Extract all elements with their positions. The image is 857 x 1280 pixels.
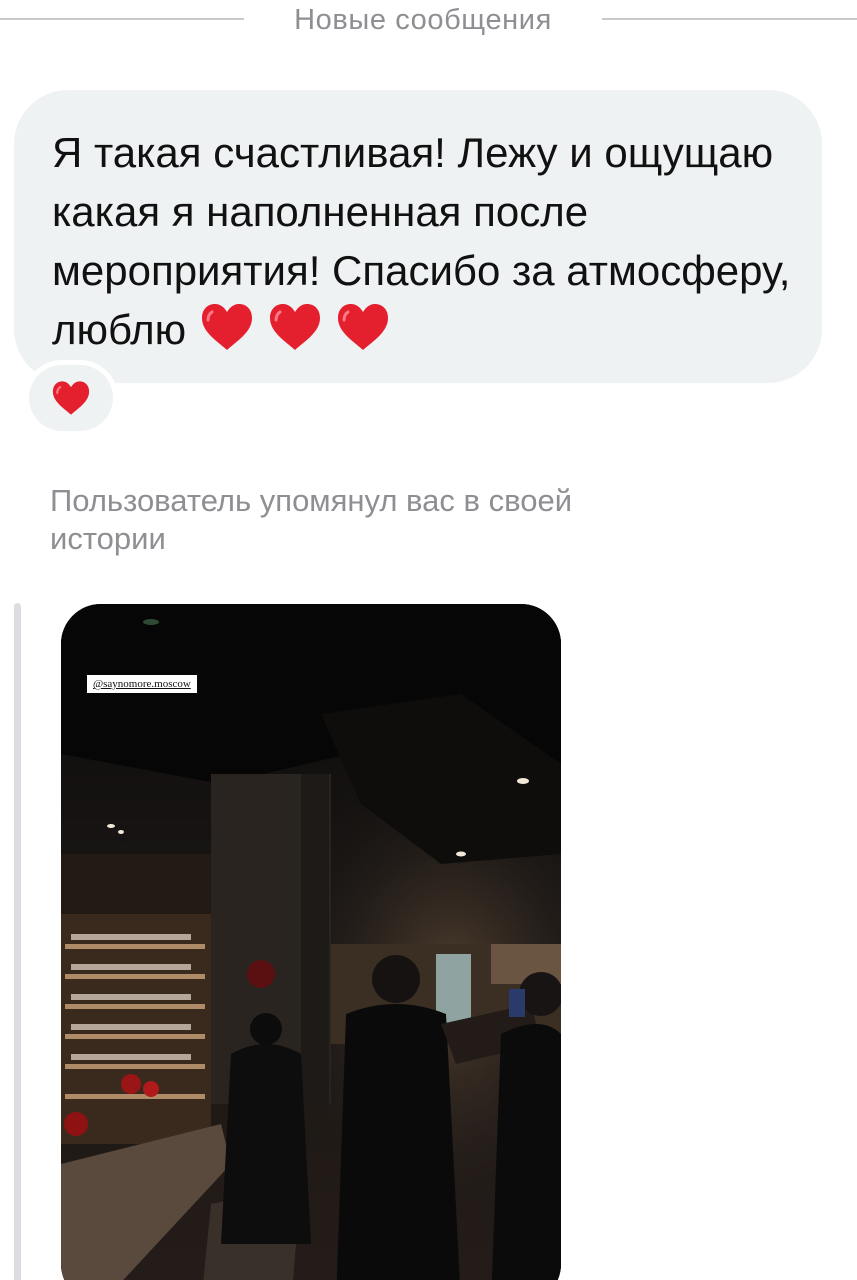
heart-icon <box>52 381 90 415</box>
story-mention-tag: @saynomore.moscow <box>87 675 197 693</box>
heart-icon <box>201 304 252 350</box>
new-messages-divider: Новые сообщения <box>0 0 857 40</box>
story-image <box>61 604 561 1280</box>
divider-line-right <box>602 18 857 20</box>
message-hearts: ❤️❤️❤️ <box>186 304 392 353</box>
heart-icon <box>337 304 388 350</box>
message-content: Я такая счастливая! Лежу и ощущаю какая … <box>52 123 792 359</box>
heart-icon <box>269 304 320 350</box>
story-mention-notice: Пользователь упомянул вас в своей истори… <box>50 483 573 556</box>
incoming-message-bubble[interactable]: Я такая счастливая! Лежу и ощущаю какая … <box>14 90 822 383</box>
chat-screen: Новые сообщения Я такая счастливая! Лежу… <box>0 0 857 1280</box>
heart-reaction[interactable]: ❤️ <box>29 365 113 431</box>
new-messages-label: Новые сообщения <box>294 4 552 36</box>
story-reply-bar <box>14 603 21 1280</box>
message-text: Я такая счастливая! Лежу и ощущаю какая … <box>52 129 791 353</box>
divider-line-left <box>0 18 244 20</box>
story-preview[interactable]: @saynomore.moscow <box>61 604 561 1280</box>
